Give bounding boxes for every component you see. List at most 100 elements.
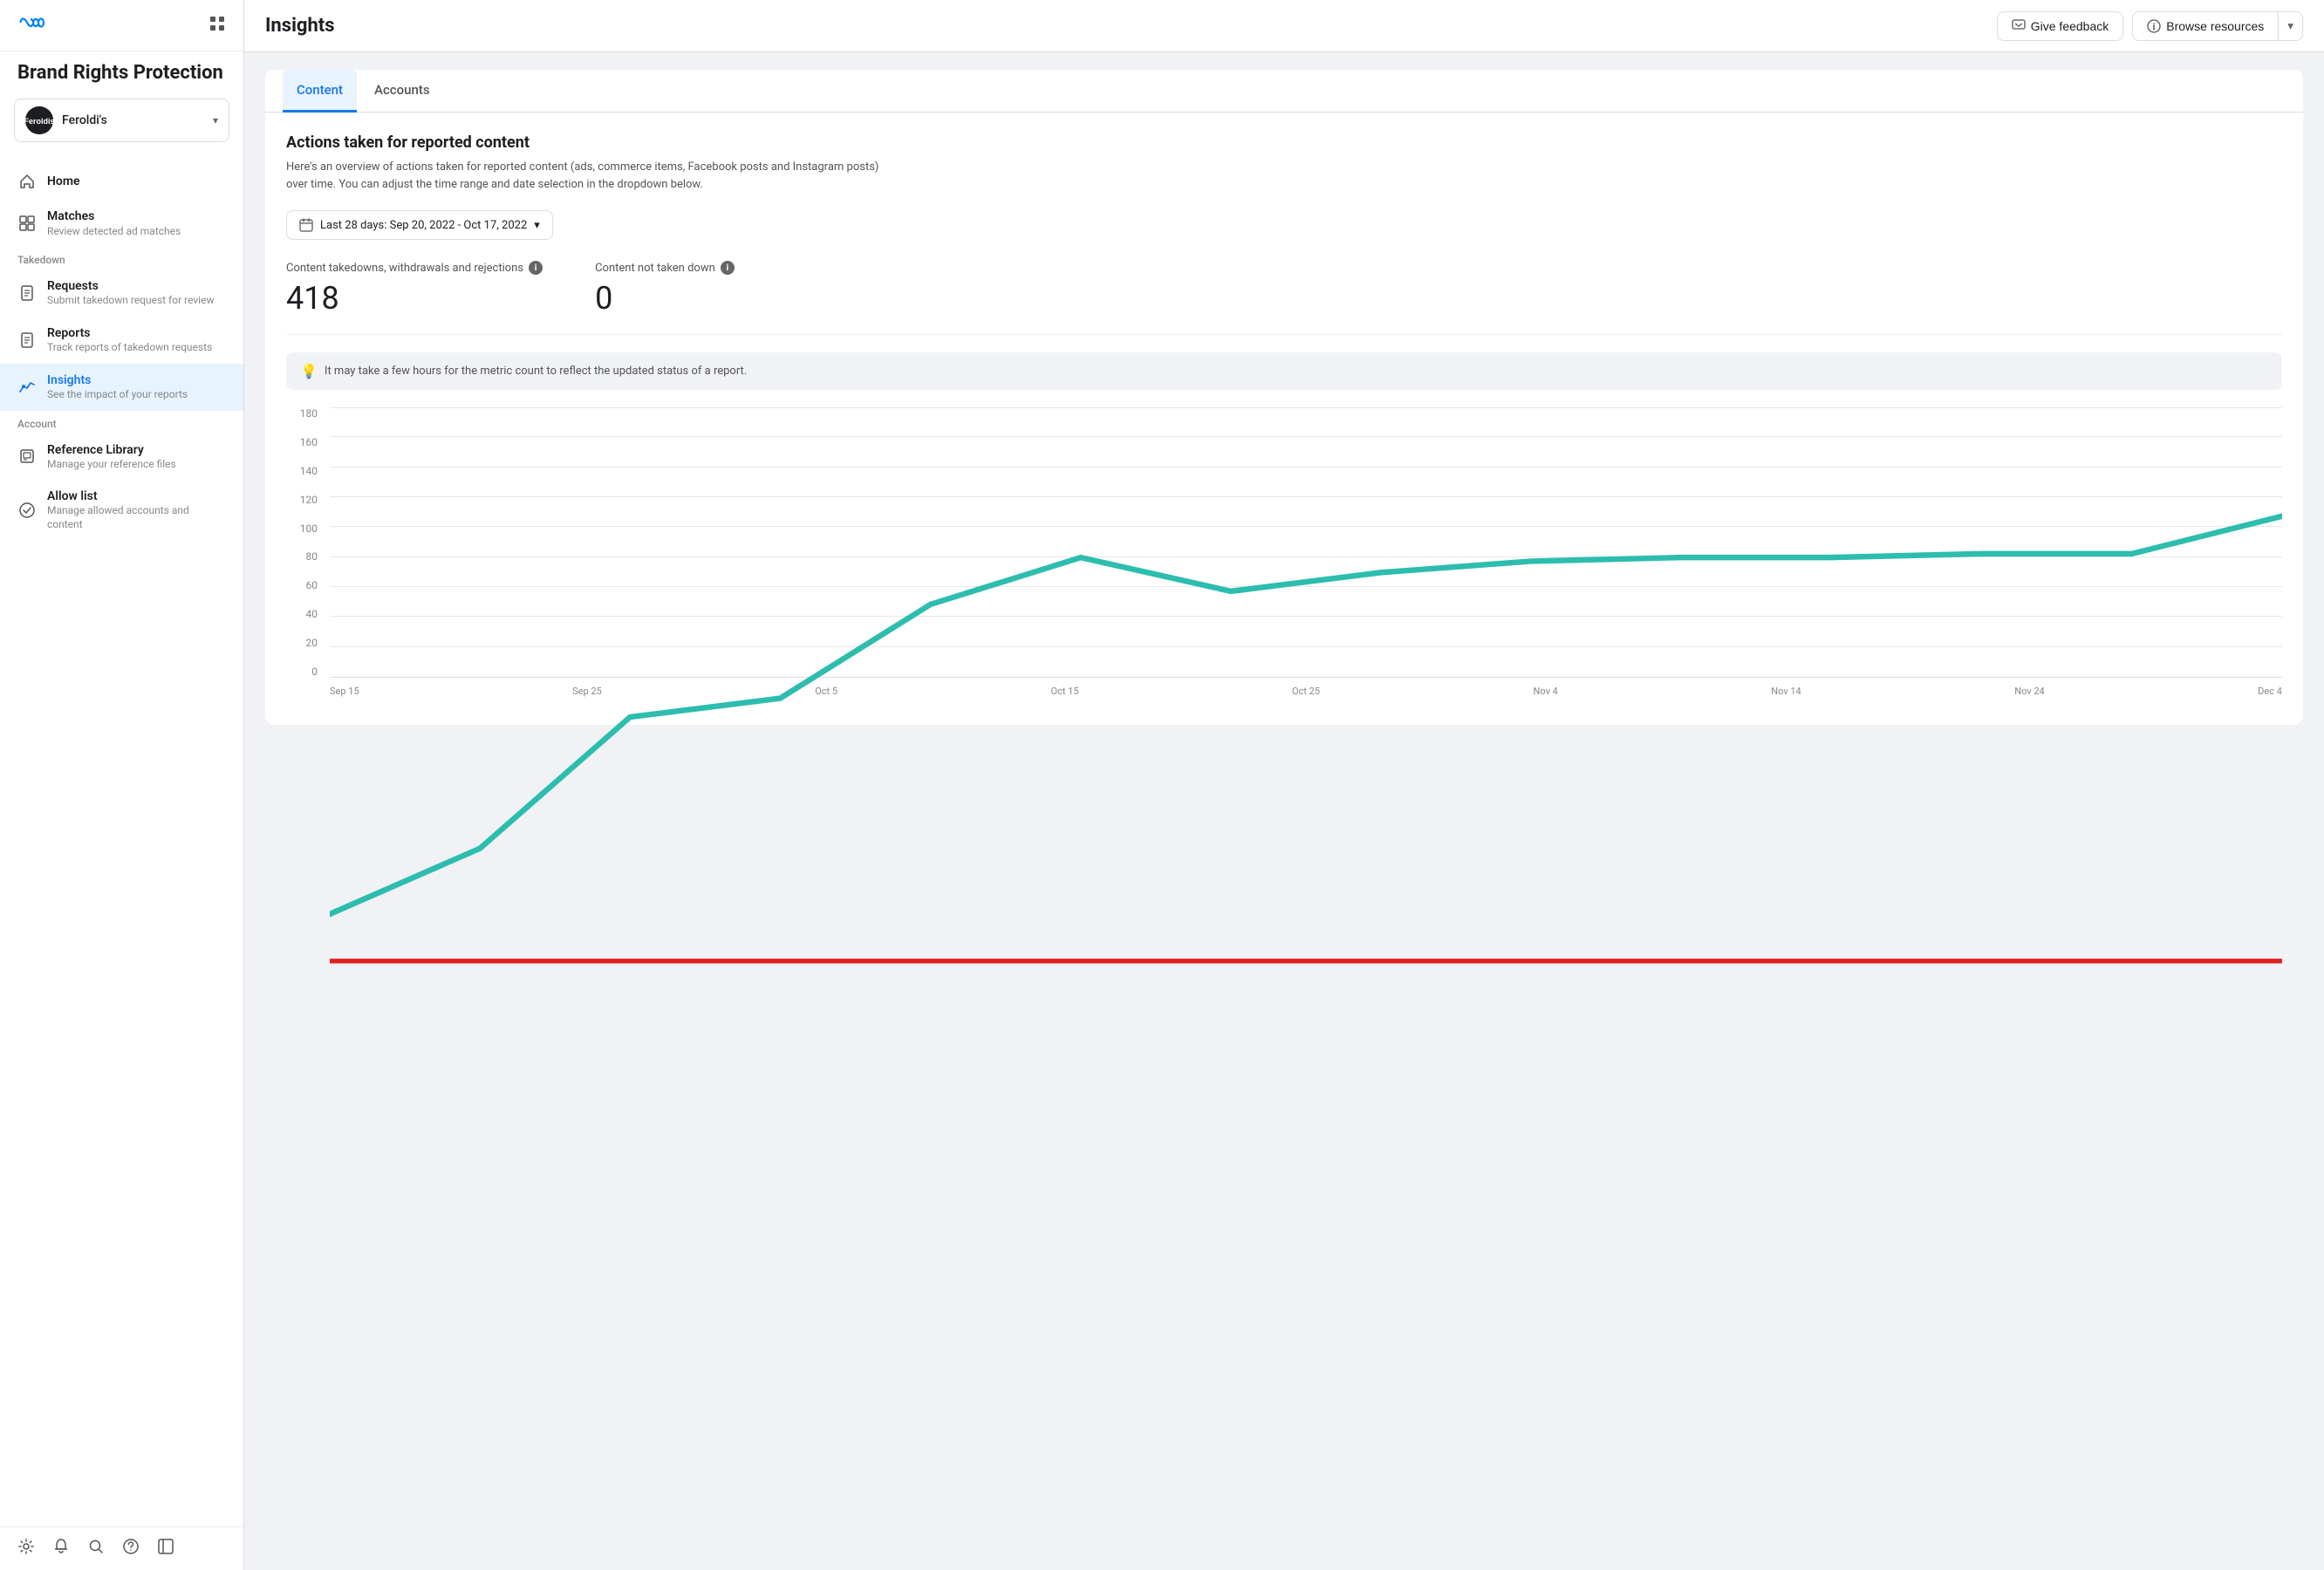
reference-library-icon bbox=[17, 447, 37, 466]
stat-not-taken-down-info-icon[interactable]: i bbox=[721, 261, 735, 275]
sidebar-item-reference-library-label: Reference Library bbox=[47, 442, 176, 458]
y-label-80: 80 bbox=[286, 550, 325, 563]
y-label-160: 160 bbox=[286, 436, 325, 448]
y-label-100: 100 bbox=[286, 522, 325, 535]
notice-text: It may take a few hours for the metric c… bbox=[325, 365, 747, 378]
sidebar-header bbox=[0, 0, 243, 51]
y-label-140: 140 bbox=[286, 465, 325, 477]
x-label-nov24: Nov 24 bbox=[2014, 686, 2044, 697]
avatar: Feroldis bbox=[25, 106, 53, 134]
sidebar-item-allow-list-subtitle: Manage allowed accounts and content bbox=[47, 504, 226, 531]
info-icon bbox=[2147, 19, 2161, 33]
panel-description: Here's an overview of actions taken for … bbox=[286, 159, 897, 193]
y-label-40: 40 bbox=[286, 608, 325, 620]
page-title: Insights bbox=[265, 15, 335, 37]
tab-content[interactable]: Content bbox=[283, 70, 357, 113]
x-label-oct15: Oct 15 bbox=[1051, 686, 1079, 697]
stat-takedowns-info-icon[interactable]: i bbox=[529, 261, 543, 275]
sidebar-item-matches[interactable]: Matches Review detected ad matches bbox=[0, 200, 243, 247]
insights-icon bbox=[17, 378, 37, 397]
notifications-icon[interactable] bbox=[52, 1538, 70, 1560]
content-panel: Actions taken for reported content Here'… bbox=[265, 113, 2303, 725]
takedown-section-label: Takedown bbox=[0, 247, 243, 270]
sidebar-toggle-icon[interactable] bbox=[157, 1538, 174, 1560]
y-label-20: 20 bbox=[286, 637, 325, 649]
x-label-nov4: Nov 4 bbox=[1534, 686, 1558, 697]
matches-icon bbox=[17, 214, 37, 233]
account-section-label: Account bbox=[0, 411, 243, 433]
date-filter-chevron: ▾ bbox=[534, 219, 540, 232]
main-area: Insights Give feedback Browse re bbox=[244, 0, 2324, 1570]
x-label-oct5: Oct 5 bbox=[815, 686, 837, 697]
sidebar-item-insights[interactable]: Insights See the impact of your reports bbox=[0, 364, 243, 411]
x-label-sep25: Sep 25 bbox=[572, 686, 602, 697]
x-label-oct25: Oct 25 bbox=[1292, 686, 1320, 697]
header-actions: Give feedback Browse resources ▾ bbox=[1997, 11, 2303, 41]
x-label-nov14: Nov 14 bbox=[1771, 686, 1801, 697]
app-title: Brand Rights Protection bbox=[0, 51, 243, 99]
sidebar-item-requests-label: Requests bbox=[47, 278, 214, 294]
home-icon bbox=[17, 172, 37, 191]
date-filter[interactable]: Last 28 days: Sep 20, 2022 - Oct 17, 202… bbox=[286, 210, 553, 240]
svg-text:Feroldis: Feroldis bbox=[25, 117, 53, 126]
sidebar-item-matches-label: Matches bbox=[47, 208, 181, 224]
browse-resources-button[interactable]: Browse resources ▾ bbox=[2132, 11, 2303, 41]
stat-takedowns-label: Content takedowns, withdrawals and rejec… bbox=[286, 261, 543, 275]
y-label-180: 180 bbox=[286, 407, 325, 420]
sidebar-item-reference-library[interactable]: Reference Library Manage your reference … bbox=[0, 433, 243, 481]
stat-not-taken-down: Content not taken down i 0 bbox=[595, 261, 735, 317]
sidebar-item-home[interactable]: Home bbox=[0, 163, 243, 200]
sidebar-bottom bbox=[0, 1526, 243, 1570]
meta-logo-icon bbox=[17, 14, 49, 37]
feedback-icon bbox=[2012, 19, 2026, 33]
panel-title: Actions taken for reported content bbox=[286, 133, 2282, 152]
requests-icon bbox=[17, 283, 37, 303]
stat-takedowns-value: 418 bbox=[286, 280, 543, 317]
main-header: Insights Give feedback Browse re bbox=[244, 0, 2324, 52]
y-label-120: 120 bbox=[286, 494, 325, 506]
sidebar-item-matches-subtitle: Review detected ad matches bbox=[47, 225, 181, 239]
stat-not-taken-down-value: 0 bbox=[595, 280, 735, 317]
chevron-down-icon: ▾ bbox=[213, 114, 218, 126]
x-label-sep15: Sep 15 bbox=[330, 686, 359, 697]
lightbulb-icon: 💡 bbox=[300, 363, 318, 379]
notice-bar: 💡 It may take a few hours for the metric… bbox=[286, 352, 2282, 390]
x-label-dec4: Dec 4 bbox=[2258, 686, 2282, 697]
chart-y-labels: 0 20 40 60 80 100 120 140 160 180 bbox=[286, 407, 325, 678]
sidebar-item-requests[interactable]: Requests Submit takedown request for rev… bbox=[0, 270, 243, 317]
sidebar-item-allow-list-label: Allow list bbox=[47, 488, 226, 504]
main-content: Content Accounts Actions taken for repor… bbox=[244, 52, 2324, 1570]
give-feedback-button[interactable]: Give feedback bbox=[1997, 11, 2124, 41]
search-icon[interactable] bbox=[87, 1538, 105, 1560]
tab-accounts[interactable]: Accounts bbox=[360, 70, 444, 113]
sidebar-item-requests-subtitle: Submit takedown request for review bbox=[47, 294, 214, 308]
browse-resources-main[interactable]: Browse resources bbox=[2133, 12, 2278, 40]
sidebar-item-insights-label: Insights bbox=[47, 372, 188, 388]
sidebar-item-reports-subtitle: Track reports of takedown requests bbox=[47, 341, 212, 355]
sidebar: Brand Rights Protection Feroldis Feroldi… bbox=[0, 0, 244, 1570]
sidebar-item-allow-list[interactable]: Allow list Manage allowed accounts and c… bbox=[0, 480, 243, 540]
stats-row: Content takedowns, withdrawals and rejec… bbox=[286, 261, 2282, 335]
sidebar-item-reports[interactable]: Reports Track reports of takedown reques… bbox=[0, 317, 243, 364]
allow-list-icon bbox=[17, 501, 37, 520]
sidebar-item-reports-label: Reports bbox=[47, 325, 212, 341]
reports-icon bbox=[17, 331, 37, 350]
help-icon[interactable] bbox=[122, 1538, 140, 1560]
y-label-0: 0 bbox=[286, 666, 325, 678]
main-nav: Home Matches Review detected ad matches … bbox=[0, 156, 243, 547]
meta-logo bbox=[17, 14, 49, 37]
sidebar-item-home-label: Home bbox=[47, 174, 80, 189]
y-label-60: 60 bbox=[286, 579, 325, 591]
grid-icon[interactable] bbox=[208, 15, 226, 37]
stat-takedowns: Content takedowns, withdrawals and rejec… bbox=[286, 261, 543, 317]
chart-x-labels: Sep 15 Sep 25 Oct 5 Oct 15 Oct 25 Nov 4 … bbox=[330, 678, 2282, 704]
settings-icon[interactable] bbox=[17, 1538, 35, 1560]
date-filter-label: Last 28 days: Sep 20, 2022 - Oct 17, 202… bbox=[320, 219, 527, 232]
browse-resources-dropdown[interactable]: ▾ bbox=[2278, 12, 2302, 40]
account-selector[interactable]: Feroldis Feroldi's ▾ bbox=[14, 99, 229, 142]
calendar-icon bbox=[299, 218, 313, 232]
sidebar-item-reference-library-subtitle: Manage your reference files bbox=[47, 458, 176, 472]
account-name: Feroldi's bbox=[62, 113, 204, 127]
stat-not-taken-down-label: Content not taken down i bbox=[595, 261, 735, 275]
sidebar-item-insights-subtitle: See the impact of your reports bbox=[47, 388, 188, 402]
